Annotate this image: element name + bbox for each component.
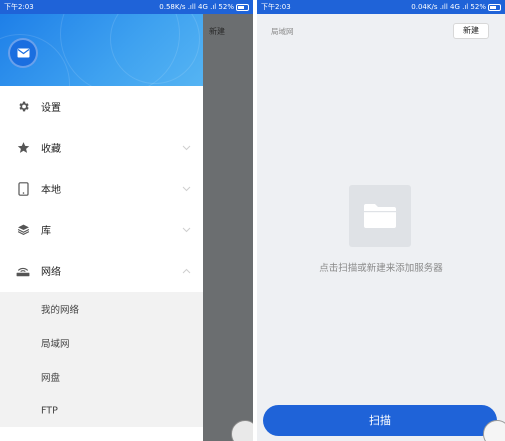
router-icon	[16, 264, 30, 278]
menu-label-library: 库	[41, 226, 51, 237]
menu-item-settings[interactable]: 设置	[0, 86, 203, 127]
submenu-label: FTP	[41, 405, 58, 417]
submenu-item-ftp[interactable]: FTP	[0, 394, 203, 428]
status-time: 下午2:03	[4, 3, 34, 11]
battery-icon	[236, 3, 249, 11]
status-stats: 0.04K/s .ıll 4G .ıl 52%	[411, 0, 501, 14]
empty-state-folder	[349, 185, 411, 247]
submenu-item-my-network[interactable]: 我的网络	[0, 292, 203, 326]
star-icon	[16, 141, 30, 155]
chevron-up-icon	[182, 268, 191, 273]
network-submenu: 我的网络 局域网 网盘 FTP	[0, 292, 203, 427]
new-button[interactable]: 新建	[453, 23, 489, 39]
status-stats: 0.58K/s .ıll 4G .ıl 52%	[159, 0, 249, 14]
status-bar: 下午2:03 0.58K/s .ıll 4G .ıl 52%	[0, 0, 253, 14]
submenu-item-cloud-drive[interactable]: 网盘	[0, 360, 203, 394]
page-title: 局域网	[271, 27, 294, 36]
menu-item-library[interactable]: 库	[0, 209, 203, 250]
floating-assist-button[interactable]	[483, 420, 505, 441]
underlying-new-label: 新建	[209, 27, 225, 36]
floating-assist-button[interactable]	[231, 420, 253, 441]
status-stats-text: 0.58K/s .ıll 4G .ıl 52%	[159, 3, 234, 11]
submenu-label: 局域网	[41, 339, 70, 350]
menu-item-network[interactable]: 网络	[0, 250, 203, 291]
mail-avatar[interactable]	[8, 38, 38, 68]
empty-state-message: 点击扫描或新建来添加服务器	[319, 263, 443, 274]
chevron-down-icon	[182, 186, 191, 191]
drawer-header	[0, 14, 203, 86]
menu-label-settings: 设置	[41, 103, 61, 114]
menu-item-local[interactable]: 本地	[0, 168, 203, 209]
status-time: 下午2:03	[261, 3, 291, 11]
left-screen: 下午2:03 0.58K/s .ıll 4G .ıl 52% 新建 设置 收藏 …	[0, 0, 253, 441]
phone-icon	[16, 181, 30, 196]
chevron-down-icon	[182, 227, 191, 232]
menu-label-local: 本地	[41, 185, 61, 196]
stack-icon	[16, 223, 30, 237]
drawer-menu: 设置 收藏 本地 库 网络	[0, 86, 203, 291]
status-bar: 下午2:03 0.04K/s .ıll 4G .ıl 52%	[257, 0, 505, 14]
battery-icon	[488, 3, 501, 11]
right-screen: 下午2:03 0.04K/s .ıll 4G .ıl 52% 局域网 新建 点击…	[257, 0, 505, 441]
status-stats-text: 0.04K/s .ıll 4G .ıl 52%	[411, 3, 486, 11]
submenu-label: 网盘	[41, 373, 61, 384]
menu-label-favorites: 收藏	[41, 144, 61, 155]
submenu-item-lan[interactable]: 局域网	[0, 326, 203, 360]
navigation-drawer: 设置 收藏 本地 库 网络 我的网络 局域网 网盘 FTP	[0, 14, 203, 441]
chevron-down-icon	[182, 145, 191, 150]
scan-button[interactable]: 扫描	[263, 405, 497, 436]
menu-label-network: 网络	[41, 267, 61, 278]
folder-icon	[364, 204, 396, 228]
gear-icon	[16, 100, 30, 114]
submenu-label: 我的网络	[41, 305, 80, 316]
menu-item-favorites[interactable]: 收藏	[0, 127, 203, 168]
mail-icon	[17, 48, 29, 58]
